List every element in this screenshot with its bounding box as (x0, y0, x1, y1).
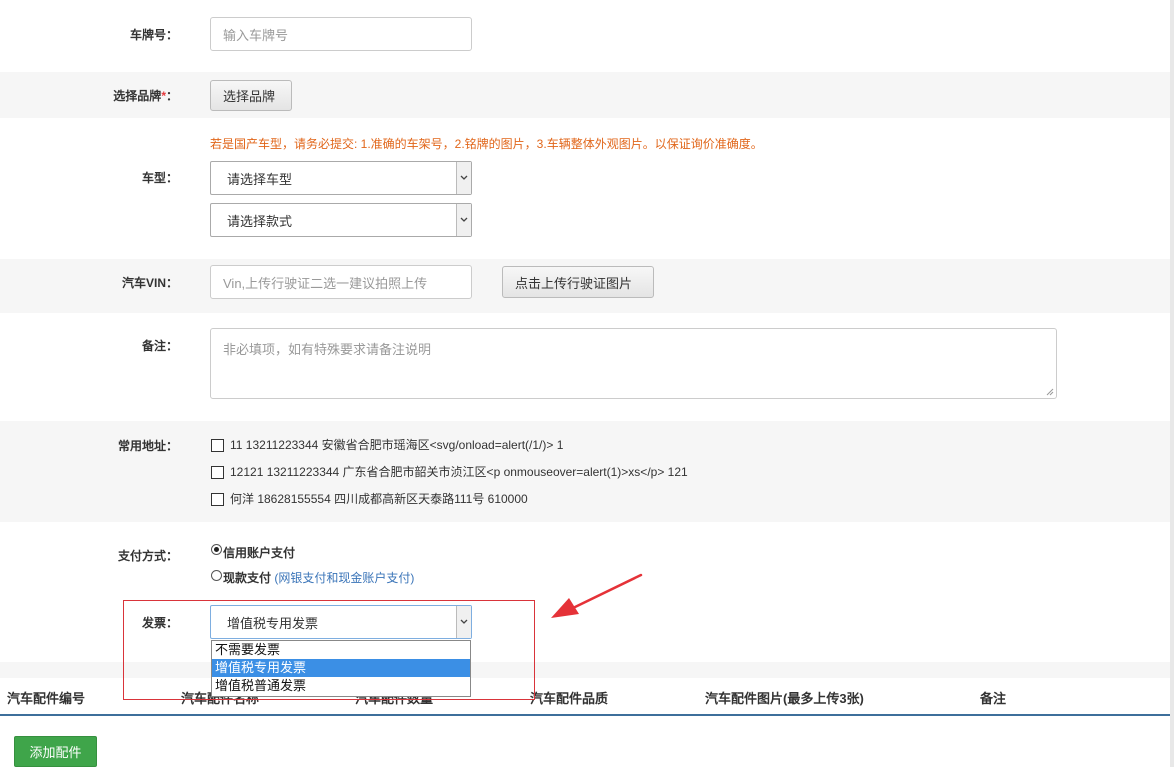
payment-cash-note: (网银支付和现金账户支付) (274, 571, 415, 585)
style-select[interactable]: 请选择款式 (210, 203, 472, 237)
table-header-cell: 汽车配件图片(最多上传3张) (705, 691, 864, 706)
model-row: 若是国产车型，请务必提交: 1.准确的车架号，2.铭牌的图片，3.车辆整体外观图… (0, 118, 1170, 259)
address-checkbox[interactable] (211, 439, 224, 452)
brand-label-colon: ： (165, 89, 178, 103)
address-item: 11 13211223344 安徽省合肥市瑶海区<svg/onload=aler… (230, 438, 564, 452)
payment-cash-radio[interactable] (211, 570, 222, 581)
add-part-button[interactable]: 添加配件 (14, 736, 97, 767)
address-checkbox[interactable] (211, 466, 224, 479)
payment-cash-option[interactable]: 现款支付 (网银支付和现金账户支付) (223, 569, 414, 586)
resize-handle-icon[interactable] (1046, 388, 1054, 396)
model-select[interactable]: 请选择车型 (210, 161, 472, 195)
payment-cash-label: 现款支付 (223, 571, 272, 585)
select-brand-button[interactable]: 选择品牌 (210, 80, 292, 111)
chevron-down-icon (456, 204, 471, 236)
payment-credit-radio[interactable] (211, 544, 222, 555)
address-checkbox[interactable] (211, 493, 224, 506)
remark-textarea[interactable]: 非必填项，如有特殊要求请备注说明 (210, 328, 1057, 399)
vin-row: 汽车VIN： Vin,上传行驶证二选一建议拍照上传 点击上传行驶证图片 (0, 259, 1170, 313)
upload-license-button[interactable]: 点击上传行驶证图片 (502, 266, 654, 298)
brand-label: 选择品牌*： (0, 87, 178, 104)
vin-placeholder: Vin,上传行驶证二选一建议拍照上传 (223, 275, 428, 291)
payment-credit-label[interactable]: 信用账户支付 (223, 544, 295, 561)
chevron-down-icon (456, 162, 471, 194)
annotation-arrow-icon (551, 573, 643, 618)
style-select-value: 请选择款式 (227, 213, 293, 229)
table-header-cell: 汽车配件品质 (530, 691, 609, 706)
address-label: 常用地址： (117, 439, 178, 453)
remark-placeholder: 非必填项，如有特殊要求请备注说明 (223, 342, 432, 357)
plate-input[interactable]: 输入车牌号 (210, 17, 472, 51)
vin-input[interactable]: Vin,上传行驶证二选一建议拍照上传 (210, 265, 472, 299)
payment-label: 支付方式： (117, 549, 178, 563)
annotation-highlight-box (123, 600, 535, 700)
model-select-value: 请选择车型 (227, 171, 293, 187)
table-header-cell: 备注 (980, 691, 1007, 706)
address-row: 常用地址： 11 13211223344 安徽省合肥市瑶海区<svg/onloa… (0, 421, 1170, 522)
plate-label: 车牌号： (129, 28, 178, 42)
address-item: 何洋 18628155554 四川成都高新区天泰路111号 610000 (230, 492, 528, 506)
model-notice: 若是国产车型，请务必提交: 1.准确的车架号，2.铭牌的图片，3.车辆整体外观图… (210, 137, 763, 151)
plate-placeholder: 输入车牌号 (223, 27, 289, 43)
brand-row: 选择品牌*： 选择品牌 (0, 72, 1170, 118)
scrollbar-track[interactable] (1170, 0, 1174, 767)
brand-label-text: 选择品牌 (113, 89, 162, 103)
address-item: 12121 13211223344 广东省合肥市韶关市浈江区<p onmouse… (230, 465, 688, 479)
vin-label: 汽车VIN： (121, 276, 178, 290)
model-label: 车型： (141, 171, 178, 185)
table-header-cell: 汽车配件编号 (7, 691, 86, 706)
remark-label: 备注： (141, 339, 178, 353)
plate-row: 车牌号： 输入车牌号 (0, 0, 1170, 72)
remark-row: 备注： 非必填项，如有特殊要求请备注说明 (0, 313, 1170, 421)
